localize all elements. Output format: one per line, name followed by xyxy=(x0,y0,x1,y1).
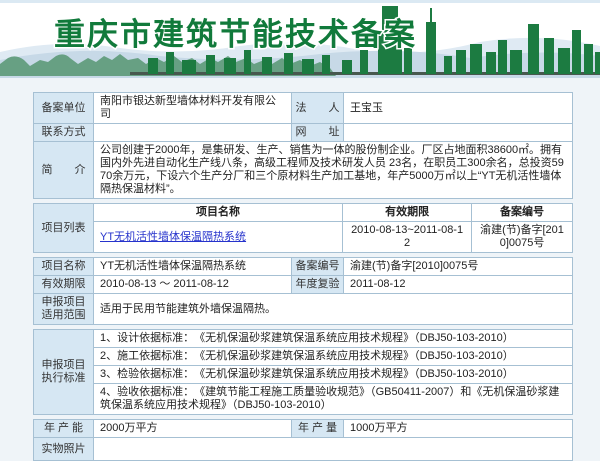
legal-person-label: 法 人 xyxy=(292,93,344,124)
table-row: 项目列表 项目名称 有效期限 备案编号 YT无机活性墙体保温隔热系统 2010-… xyxy=(34,204,573,253)
scope-label: 申报项目 适用范围 xyxy=(34,294,94,325)
annual-recheck-label: 年度复验 xyxy=(292,276,344,294)
table-row: 申报项目 执行标准 1、设计依据标准： 《无机保温砂浆建筑保温系统应用技术规程》… xyxy=(34,330,573,348)
table-row: 申报项目 适用范围 适用于民用节能建筑外墙保温隔热。 xyxy=(34,294,573,325)
photo-value xyxy=(94,438,573,461)
website-label: 网 址 xyxy=(292,124,344,142)
project-list-label: 项目列表 xyxy=(34,204,94,253)
project-period-cell: 2010-08-13~2011-08-12 xyxy=(343,222,472,253)
annual-output-label: 年 产 量 xyxy=(292,420,344,438)
production-table: 年 产 能 2000万平方 年 产 量 1000万平方 实物照片 xyxy=(33,419,573,461)
standards-label-line1: 申报项目 xyxy=(36,359,91,372)
filing-unit-value: 南阳市银达新型墙体材料开发有限公司 xyxy=(94,93,292,124)
project-name-link[interactable]: YT无机活性墙体保温隔热系统 xyxy=(100,231,246,243)
col-header-filing-number: 备案编号 xyxy=(472,204,572,222)
table-row: 3、检验依据标准： 《无机保温砂浆建筑保温系统应用技术规程》（DBJ50-103… xyxy=(34,366,573,384)
standards-label: 申报项目 执行标准 xyxy=(34,330,94,415)
contact-value xyxy=(94,124,292,142)
contact-label: 联系方式 xyxy=(34,124,94,142)
intro-label: 简 介 xyxy=(34,142,94,199)
annual-output-value: 1000万平方 xyxy=(344,420,573,438)
project-list-table: 项目列表 项目名称 有效期限 备案编号 YT无机活性墙体保温隔热系统 2010-… xyxy=(33,203,573,253)
table-row: 有效期限 2010-08-13 ～ 2011-08-12 年度复验 2011-0… xyxy=(34,276,573,294)
table-header-row: 项目名称 有效期限 备案编号 xyxy=(94,204,572,222)
filing-unit-label: 备案单位 xyxy=(34,93,94,124)
standard-item-acceptance: 4、验收依据标准： 《建筑节能工程施工质量验收规范》（GB50411-2007）… xyxy=(94,384,573,415)
scope-label-line1: 申报项目 xyxy=(36,296,91,309)
skyline-illustration: 重庆市建筑节能技术备案 xyxy=(0,0,600,78)
page-title: 重庆市建筑节能技术备案 xyxy=(54,17,417,52)
website-value xyxy=(344,124,573,142)
table-row: 联系方式 网 址 xyxy=(34,124,573,142)
project-number-cell: 渝建(节)备字[2010]0075号 xyxy=(472,222,572,253)
standard-item-design: 1、设计依据标准： 《无机保温砂浆建筑保温系统应用技术规程》（DBJ50-103… xyxy=(94,330,573,348)
table-row: 2、施工依据标准： 《无机保温砂浆建筑保温系统应用技术规程》（DBJ50-103… xyxy=(34,348,573,366)
project-detail-table: 项目名称 YT无机活性墙体保温隔热系统 备案编号 渝建(节)备字[2010]00… xyxy=(33,257,573,325)
table-row: 备案单位 南阳市银达新型墙体材料开发有限公司 法 人 王宝玉 xyxy=(34,93,573,124)
table-row: 4、验收依据标准： 《建筑节能工程施工质量验收规范》（GB50411-2007）… xyxy=(34,384,573,415)
scope-label-line2: 适用范围 xyxy=(36,309,91,322)
photo-label: 实物照片 xyxy=(34,438,94,461)
page: 重庆市建筑节能技术备案 备案单位 南阳市银达新型墙体材料开发有限公司 法 人 王… xyxy=(0,0,600,427)
valid-period-label: 有效期限 xyxy=(34,276,94,294)
annual-capacity-label: 年 产 能 xyxy=(34,420,94,438)
table-row: 项目名称 YT无机活性墙体保温隔热系统 备案编号 渝建(节)备字[2010]00… xyxy=(34,258,573,276)
col-header-valid-period: 有效期限 xyxy=(343,204,472,222)
annual-recheck-value: 2011-08-12 xyxy=(344,276,573,294)
table-row: 实物照片 xyxy=(34,438,573,461)
project-name-value: YT无机活性墙体保温隔热系统 xyxy=(94,258,292,276)
valid-period-value: 2010-08-13 ～ 2011-08-12 xyxy=(94,276,292,294)
table-row: 年 产 能 2000万平方 年 产 量 1000万平方 xyxy=(34,420,573,438)
project-name-label: 项目名称 xyxy=(34,258,94,276)
table-row: YT无机活性墙体保温隔热系统 2010-08-13~2011-08-12 渝建(… xyxy=(94,222,572,253)
filing-number-value: 渝建(节)备字[2010]0075号 xyxy=(344,258,573,276)
company-info-table: 备案单位 南阳市银达新型墙体材料开发有限公司 法 人 王宝玉 联系方式 网 址 … xyxy=(33,92,573,199)
page-header: 重庆市建筑节能技术备案 xyxy=(0,0,600,78)
standard-item-inspection: 3、检验依据标准： 《无机保温砂浆建筑保温系统应用技术规程》（DBJ50-103… xyxy=(94,366,573,384)
standards-table: 申报项目 执行标准 1、设计依据标准： 《无机保温砂浆建筑保温系统应用技术规程》… xyxy=(33,329,573,415)
scope-value: 适用于民用节能建筑外墙保温隔热。 xyxy=(94,294,573,325)
table-row: 简 介 公司创建于2000年，是集研发、生产、销售为一体的股份制企业。厂区占地面… xyxy=(34,142,573,199)
project-list-inner-table: 项目名称 有效期限 备案编号 YT无机活性墙体保温隔热系统 2010-08-13… xyxy=(94,204,572,252)
col-header-project-name: 项目名称 xyxy=(94,204,343,222)
standard-item-construction: 2、施工依据标准： 《无机保温砂浆建筑保温系统应用技术规程》（DBJ50-103… xyxy=(94,348,573,366)
annual-capacity-value: 2000万平方 xyxy=(94,420,292,438)
filing-number-label: 备案编号 xyxy=(292,258,344,276)
standards-label-line2: 执行标准 xyxy=(36,372,91,385)
legal-person-value: 王宝玉 xyxy=(344,93,573,124)
intro-value: 公司创建于2000年，是集研发、生产、销售为一体的股份制企业。厂区占地面积386… xyxy=(94,142,573,199)
